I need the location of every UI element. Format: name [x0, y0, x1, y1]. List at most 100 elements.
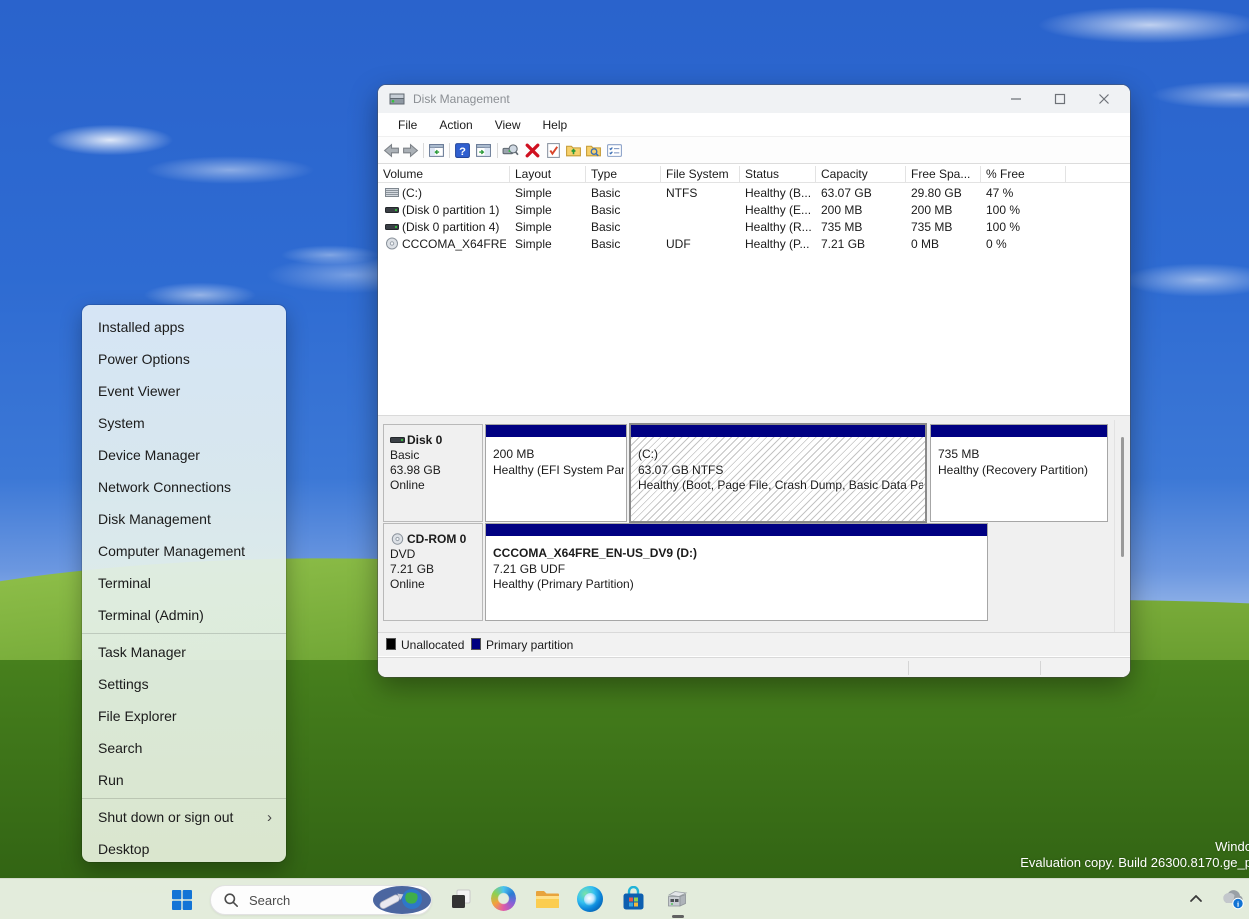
partition-icon — [385, 220, 399, 233]
winx-item-disk-management[interactable]: Disk Management — [82, 503, 286, 535]
winx-item-network-connections[interactable]: Network Connections — [82, 471, 286, 503]
copilot-button[interactable] — [491, 886, 518, 913]
column-header-status[interactable]: Status — [745, 167, 779, 181]
column-header-layout[interactable]: Layout — [515, 167, 551, 181]
table-row[interactable]: (Disk 0 partition 4) Simple Basic Health… — [378, 218, 1130, 235]
show-action-pane-icon[interactable] — [475, 142, 492, 159]
edge-icon — [577, 886, 603, 912]
delete-volume-icon[interactable] — [524, 142, 541, 159]
partition-efi-text: 200 MB Healthy (EFI System Part — [493, 447, 624, 478]
cell-free-space: 29.80 GB — [911, 186, 962, 200]
title-bar[interactable]: Disk Management — [378, 85, 1130, 113]
help-icon[interactable]: ? — [454, 142, 471, 159]
table-row[interactable]: CCCOMA_X64FRE... Simple Basic UDF Health… — [378, 235, 1130, 252]
winx-item-shutdown[interactable]: Shut down or sign out› — [82, 801, 286, 833]
cdrom0-state: Online — [390, 577, 482, 592]
disk-management-taskbar-button[interactable] — [663, 886, 690, 913]
column-resizer[interactable] — [739, 166, 740, 182]
cdrom0-name-line: CD-ROM 0 — [390, 532, 482, 547]
minimize-button[interactable] — [994, 85, 1038, 113]
column-resizer[interactable] — [1065, 166, 1066, 182]
column-resizer[interactable] — [585, 166, 586, 182]
winx-item-power-options[interactable]: Power Options — [82, 343, 286, 375]
column-header-type[interactable]: Type — [591, 167, 617, 181]
forward-icon[interactable] — [402, 142, 419, 159]
toolbar: ? — [378, 137, 1130, 164]
microsoft-store-button[interactable] — [620, 886, 647, 913]
menu-view[interactable]: View — [487, 115, 529, 135]
cell-file-system: UDF — [666, 237, 691, 251]
cell-capacity: 735 MB — [821, 220, 862, 234]
partition-c-text: (C:) 63.07 GB NTFS Healthy (Boot, Page F… — [638, 447, 923, 494]
winx-item-terminal[interactable]: Terminal — [82, 567, 286, 599]
column-resizer[interactable] — [660, 166, 661, 182]
cell-free-space: 0 MB — [911, 237, 939, 251]
tray-expand-button[interactable] — [1188, 888, 1204, 910]
cell-layout: Simple — [515, 186, 552, 200]
partition-c-selected[interactable]: (C:) 63.07 GB NTFS Healthy (Boot, Page F… — [629, 423, 927, 523]
partition-efi[interactable]: 200 MB Healthy (EFI System Part — [485, 424, 627, 522]
search-highlight-image[interactable] — [369, 885, 431, 915]
vertical-scrollbar[interactable] — [1114, 420, 1128, 632]
partition-icon — [385, 203, 399, 216]
column-resizer[interactable] — [905, 166, 906, 182]
column-header-free-space[interactable]: Free Spa... — [911, 167, 981, 181]
winx-item-settings[interactable]: Settings — [82, 668, 286, 700]
disk0-label[interactable]: Disk 0 Basic 63.98 GB Online — [383, 424, 483, 522]
find-folder-icon[interactable] — [585, 142, 602, 159]
scrollbar-thumb[interactable] — [1121, 437, 1124, 557]
cell-free-space: 200 MB — [911, 203, 952, 217]
column-resizer[interactable] — [509, 166, 510, 182]
task-list-icon[interactable] — [606, 142, 623, 159]
status-bar — [378, 657, 1130, 677]
close-icon — [1098, 93, 1110, 105]
winx-item-desktop[interactable]: Desktop — [82, 833, 286, 862]
winx-item-run[interactable]: Run — [82, 764, 286, 796]
back-icon[interactable] — [383, 142, 400, 159]
partition-color-bar — [486, 524, 987, 536]
partition-dvd[interactable]: CCCOMA_X64FRE_EN-US_DV9 (D:) 7.21 GB UDF… — [485, 523, 988, 621]
file-explorer-button[interactable] — [534, 886, 561, 913]
cdrom0-kind: DVD — [390, 547, 482, 562]
refresh-view-icon[interactable] — [502, 142, 519, 159]
menu-file[interactable]: File — [390, 115, 425, 135]
task-view-button[interactable] — [448, 886, 475, 913]
menu-action[interactable]: Action — [431, 115, 480, 135]
winx-item-file-explorer[interactable]: File Explorer — [82, 700, 286, 732]
table-row[interactable]: (Disk 0 partition 1) Simple Basic Health… — [378, 201, 1130, 218]
table-row[interactable]: (C:) Simple Basic NTFS Healthy (B... 63.… — [378, 184, 1130, 201]
column-header-volume[interactable]: Volume — [383, 167, 423, 181]
column-resizer[interactable] — [980, 166, 981, 182]
graphical-view-pane: Disk 0 Basic 63.98 GB Online 200 MB Heal… — [378, 420, 1130, 632]
onedrive-cloud-button[interactable]: i — [1220, 887, 1246, 911]
column-header-capacity[interactable]: Capacity — [821, 167, 868, 181]
close-button[interactable] — [1082, 85, 1126, 113]
show-console-tree-icon[interactable] — [428, 142, 445, 159]
column-header-file-system[interactable]: File System — [666, 167, 729, 181]
column-resizer[interactable] — [815, 166, 816, 182]
winx-item-task-manager[interactable]: Task Manager — [82, 636, 286, 668]
properties-check-icon[interactable] — [545, 142, 562, 159]
winx-item-device-manager[interactable]: Device Manager — [82, 439, 286, 471]
svg-text:?: ? — [459, 146, 466, 158]
legend-label-primary: Primary partition — [486, 638, 573, 652]
cell-type: Basic — [591, 237, 620, 251]
cell-capacity: 200 MB — [821, 203, 862, 217]
winx-item-terminal-admin[interactable]: Terminal (Admin) — [82, 599, 286, 631]
search-box[interactable]: Search — [210, 885, 432, 915]
winx-item-search[interactable]: Search — [82, 732, 286, 764]
start-button[interactable] — [168, 886, 196, 914]
cell-pct-free: 47 % — [986, 186, 1013, 200]
winx-item-system[interactable]: System — [82, 407, 286, 439]
menu-help[interactable]: Help — [535, 115, 576, 135]
open-folder-icon[interactable] — [565, 142, 582, 159]
winx-item-installed-apps[interactable]: Installed apps — [82, 311, 286, 343]
edge-button[interactable] — [577, 886, 604, 913]
winx-item-computer-management[interactable]: Computer Management — [82, 535, 286, 567]
winx-item-event-viewer[interactable]: Event Viewer — [82, 375, 286, 407]
partition-color-bar — [931, 425, 1107, 437]
cdrom0-label[interactable]: CD-ROM 0 DVD 7.21 GB Online — [383, 523, 483, 621]
maximize-button[interactable] — [1038, 85, 1082, 113]
column-header-pct-free[interactable]: % Free — [986, 167, 1025, 181]
partition-recovery[interactable]: 735 MB Healthy (Recovery Partition) — [930, 424, 1108, 522]
